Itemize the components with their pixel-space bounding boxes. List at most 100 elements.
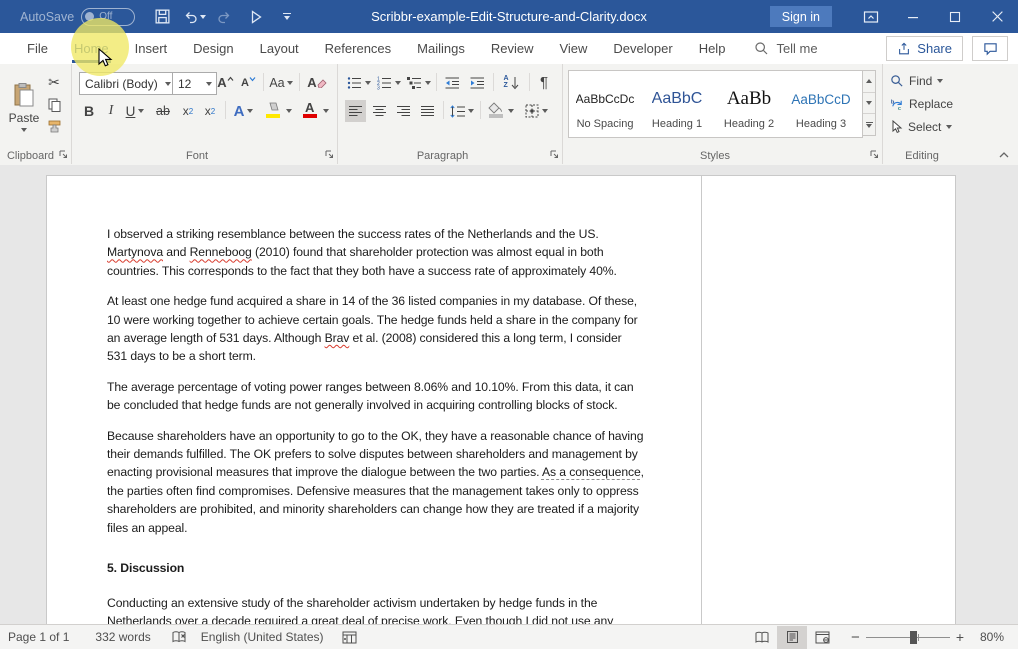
read-mode-button[interactable]	[747, 626, 777, 649]
tab-home[interactable]: Home	[61, 34, 122, 64]
sign-in-button[interactable]: Sign in	[770, 6, 832, 27]
styles-dialog-launcher[interactable]	[869, 149, 879, 159]
minimize-button[interactable]	[892, 0, 934, 33]
select-button[interactable]: Select	[890, 120, 952, 134]
styles-scroll-up[interactable]	[863, 71, 875, 93]
zoom-level[interactable]: 80%	[964, 630, 1018, 644]
shrink-font-button[interactable]: A	[238, 72, 259, 93]
macro-recording-button[interactable]	[342, 631, 357, 644]
styles-scroll-down[interactable]	[863, 93, 875, 115]
tab-design[interactable]: Design	[180, 34, 246, 64]
autosave-control[interactable]: AutoSave Off	[20, 8, 135, 26]
text-highlight-button[interactable]	[262, 100, 294, 122]
style-no-spacing[interactable]: AaBbCcDcNo Spacing	[569, 71, 641, 137]
line-spacing-button[interactable]	[448, 100, 476, 122]
eraser-icon	[317, 78, 327, 88]
bullets-button[interactable]	[345, 72, 372, 93]
find-button[interactable]: Find	[890, 74, 943, 88]
save-button[interactable]	[149, 3, 176, 30]
sort-button[interactable]: AZ	[498, 72, 524, 93]
replace-icon: bc	[890, 97, 904, 111]
qat-more-button[interactable]	[273, 3, 300, 30]
undo-button[interactable]	[180, 3, 207, 30]
print-layout-button[interactable]	[777, 626, 807, 649]
clear-formatting-button[interactable]: A	[304, 72, 330, 93]
proofing-status[interactable]	[171, 630, 187, 644]
style-heading-1[interactable]: AaBbCHeading 1	[641, 71, 713, 137]
word-count[interactable]: 332 words	[95, 630, 150, 644]
comments-button[interactable]	[972, 36, 1008, 61]
font-color-button[interactable]: A	[299, 100, 331, 122]
shading-button[interactable]	[485, 100, 516, 122]
document-text[interactable]: I observed a striking resemblance betwee…	[107, 225, 644, 625]
tell-me-control[interactable]: Tell me	[754, 41, 817, 56]
tab-developer[interactable]: Developer	[600, 34, 685, 64]
zoom-in-button[interactable]: +	[956, 629, 964, 645]
tab-layout[interactable]: Layout	[247, 34, 312, 64]
ribbon-display-options-button[interactable]	[850, 0, 892, 33]
paste-caret	[21, 128, 27, 132]
bold-button[interactable]: B	[80, 100, 98, 122]
tab-review[interactable]: Review	[478, 34, 547, 64]
clipboard-group: Paste ✂ Clipboard	[0, 64, 72, 164]
superscript-button[interactable]: x2	[200, 100, 220, 122]
strikethrough-button[interactable]: ab	[152, 100, 174, 122]
tab-insert[interactable]: Insert	[122, 34, 181, 64]
justify-button[interactable]	[417, 100, 438, 122]
multilevel-list-button[interactable]	[405, 72, 432, 93]
web-layout-button[interactable]	[807, 626, 837, 649]
copy-button[interactable]	[43, 94, 65, 114]
zoom-slider[interactable]	[866, 626, 950, 649]
replace-button[interactable]: bc Replace	[890, 97, 953, 111]
text-effects-button[interactable]: A	[230, 100, 257, 122]
font-dialog-launcher[interactable]	[324, 149, 334, 159]
zoom-slider-thumb[interactable]	[910, 631, 917, 644]
align-center-button[interactable]	[369, 100, 390, 122]
tab-file[interactable]: File	[14, 34, 61, 64]
paste-button[interactable]: Paste	[5, 71, 43, 143]
tab-view[interactable]: View	[546, 34, 600, 64]
qat-play-button[interactable]	[242, 3, 269, 30]
italic-button[interactable]: I	[102, 100, 120, 122]
decrease-indent-button[interactable]	[441, 72, 463, 93]
style-preview: AaBb	[727, 82, 771, 116]
statusbar-right: − + 80%	[747, 626, 1018, 649]
format-painter-button[interactable]	[43, 116, 65, 136]
style-heading-2[interactable]: AaBbHeading 2	[713, 71, 785, 137]
autosave-toggle[interactable]: Off	[81, 8, 135, 26]
close-button[interactable]	[976, 0, 1018, 33]
paragraph-dialog-launcher[interactable]	[549, 149, 559, 159]
borders-button[interactable]	[521, 100, 552, 122]
page-indicator[interactable]: Page 1 of 1	[8, 630, 69, 644]
numbering-button[interactable]: 1 2 3	[375, 72, 402, 93]
align-left-button[interactable]	[345, 100, 366, 122]
language-indicator[interactable]: English (United States)	[201, 630, 324, 644]
maximize-button[interactable]	[934, 0, 976, 33]
zoom-out-button[interactable]: −	[851, 629, 860, 646]
document-page[interactable]: I observed a striking resemblance betwee…	[46, 175, 702, 625]
underline-button[interactable]: U	[122, 100, 148, 122]
redo-button[interactable]	[211, 3, 238, 30]
style-heading-3[interactable]: AaBbCcDHeading 3	[785, 71, 857, 137]
titlebar: AutoSave Off	[0, 0, 1018, 33]
tab-references[interactable]: References	[312, 34, 404, 64]
show-paragraph-marks-button[interactable]: ¶	[533, 72, 555, 93]
tab-mailings[interactable]: Mailings	[404, 34, 478, 64]
subscript-button[interactable]: x2	[178, 100, 198, 122]
increase-indent-button[interactable]	[466, 72, 488, 93]
tab-help[interactable]: Help	[686, 34, 739, 64]
collapse-ribbon-button[interactable]	[998, 150, 1010, 159]
align-right-button[interactable]	[393, 100, 414, 122]
numbering-icon: 1 2 3	[377, 76, 392, 90]
styles-gallery-more[interactable]	[863, 114, 875, 135]
cut-button[interactable]: ✂	[43, 72, 65, 92]
clipboard-dialog-launcher[interactable]	[58, 149, 68, 159]
font-size-combobox[interactable]: 12	[172, 72, 217, 95]
font-name-combobox[interactable]: Calibri (Body)	[79, 72, 176, 95]
paragraph-group-label: Paragraph	[337, 150, 548, 162]
change-case-button[interactable]: Aa	[267, 72, 295, 93]
grow-font-button[interactable]: A	[215, 72, 236, 93]
dialog-launcher-icon	[58, 149, 68, 159]
share-button[interactable]: Share	[886, 36, 963, 61]
paste-icon	[12, 82, 36, 108]
